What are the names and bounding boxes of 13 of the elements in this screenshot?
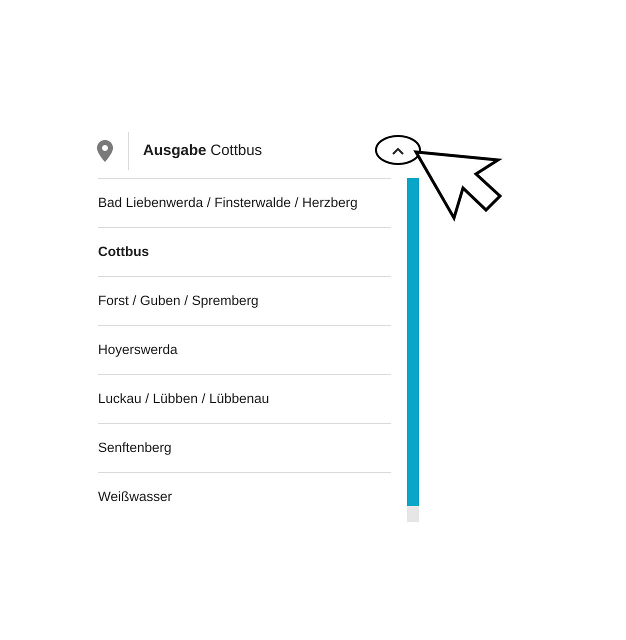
- chevron-up-icon: [392, 147, 404, 155]
- edition-option[interactable]: Senftenberg: [98, 423, 391, 472]
- location-pin-icon: [97, 140, 113, 162]
- edition-option[interactable]: Cottbus: [98, 227, 391, 276]
- edition-option[interactable]: Weißwasser: [98, 472, 391, 521]
- highlight-ellipse: [375, 135, 421, 165]
- cursor-arrow-icon: [413, 150, 502, 222]
- edition-option[interactable]: Luckau / Lübben / Lübbenau: [98, 374, 391, 423]
- edition-option[interactable]: Hoyerswerda: [98, 325, 391, 374]
- edition-option[interactable]: Bad Liebenwerda / Finsterwalde / Herzberg: [98, 178, 391, 227]
- edition-label: Ausgabe: [143, 140, 206, 161]
- edition-option[interactable]: Forst / Guben / Spremberg: [98, 276, 391, 325]
- edition-value: Cottbus: [210, 140, 262, 161]
